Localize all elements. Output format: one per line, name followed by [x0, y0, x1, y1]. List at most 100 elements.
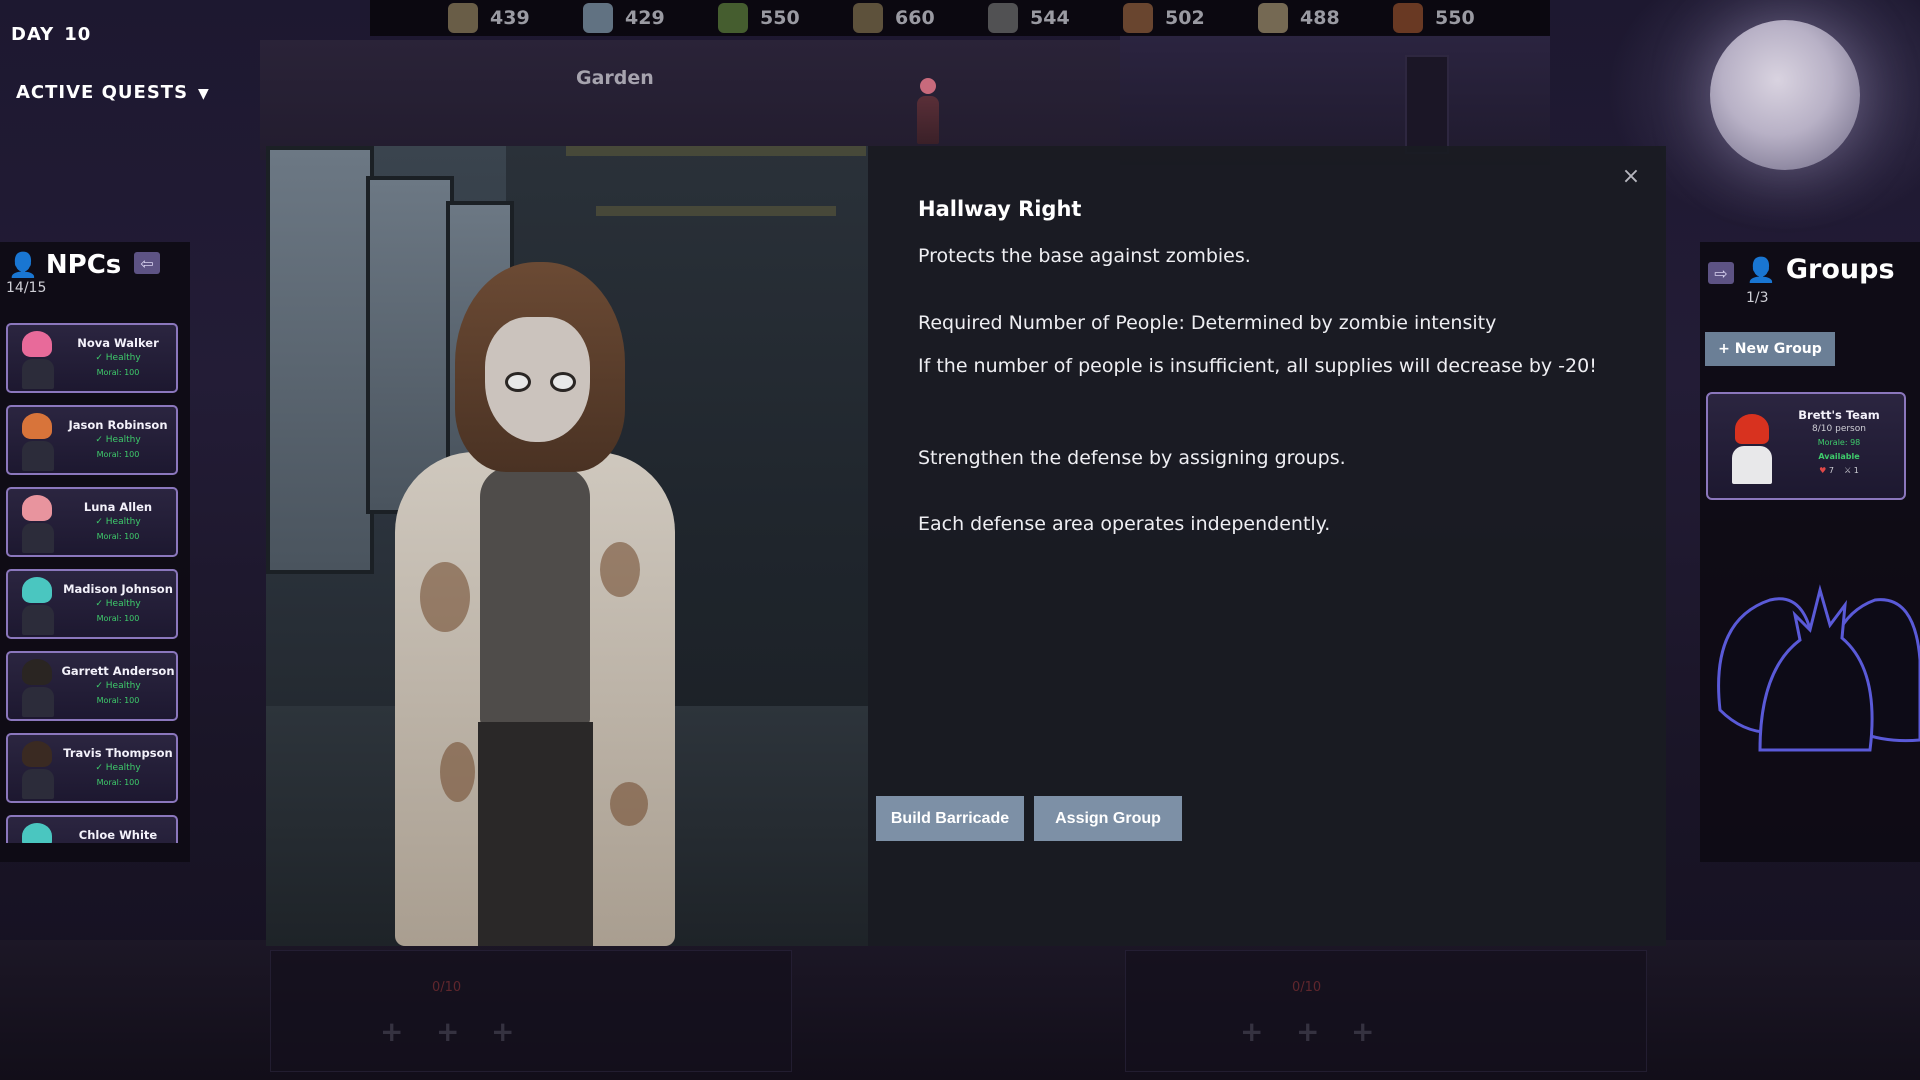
- npc-health-status: ✓ Healthy: [95, 517, 141, 527]
- moon: [1710, 20, 1860, 170]
- resource-value: 544: [1030, 7, 1070, 29]
- npc-avatar: [22, 823, 54, 843]
- resource-item: 439: [448, 3, 583, 33]
- resource-value: 488: [1300, 7, 1340, 29]
- group-morale: Morale: 98: [1817, 438, 1861, 447]
- modal-description: Protects the base against zombies.: [918, 245, 1251, 267]
- group-card[interactable]: Brett's Team 8/10 person Morale: 98 Avai…: [1706, 392, 1906, 500]
- add-slot-icon: +: [436, 1015, 460, 1048]
- npc-health-status: ✓ Healthy: [95, 353, 141, 363]
- npc-name: Chloe White: [78, 828, 158, 842]
- dropdown-triangle-icon: ▼: [198, 86, 210, 102]
- collapse-groups-panel-button[interactable]: ⇨: [1708, 262, 1734, 284]
- npc-name: Madison Johnson: [63, 582, 173, 596]
- npc-card[interactable]: Travis Thompson ✓ Healthy Moral: 100: [6, 733, 178, 803]
- groups-panel-title: 👤 Groups: [1746, 254, 1895, 285]
- collapse-npc-panel-button[interactable]: ⇦: [134, 252, 160, 274]
- new-group-button[interactable]: + New Group: [1705, 332, 1835, 366]
- group-persons: 8/10 person: [1812, 424, 1866, 434]
- day-counter: DAY 10: [11, 24, 91, 45]
- resource-item: 502: [1123, 3, 1258, 33]
- resource-bar: 439 429 550 660 544 502 488 550: [370, 0, 1550, 36]
- groups-count: 1/3: [1746, 290, 1769, 306]
- npc-count: 14/15: [6, 280, 47, 296]
- npc-name: Nova Walker: [77, 336, 159, 350]
- npc-card[interactable]: Chloe White✓ HealthyMoral: 100: [6, 815, 178, 843]
- npc-card[interactable]: Garrett Anderson ✓ Healthy Moral: 100: [6, 651, 178, 721]
- resource-item: 429: [583, 3, 718, 33]
- npc-health-status: ✓ Healthy: [95, 599, 141, 609]
- modal-warning: If the number of people is insufficient,…: [918, 355, 1597, 377]
- active-quests-toggle[interactable]: ACTIVE QUESTS ▼: [16, 82, 210, 103]
- ore-pile-icon: [1393, 3, 1423, 33]
- location-label: Garden: [576, 67, 654, 89]
- npc-name: Travis Thompson: [63, 746, 173, 760]
- npc-name: Garrett Anderson: [61, 664, 175, 678]
- resource-value: 550: [1435, 7, 1475, 29]
- resource-item: 660: [853, 3, 988, 33]
- npc-avatar: [22, 495, 54, 553]
- add-slot-icon: +: [1351, 1015, 1375, 1048]
- defense-slot-count-left: 0/10: [432, 980, 462, 995]
- npc-avatar: [22, 413, 54, 471]
- npc-title-text: NPCs: [45, 250, 122, 280]
- npc-avatar: [22, 741, 54, 799]
- wood-crate-icon: [1123, 3, 1153, 33]
- build-barricade-button[interactable]: Build Barricade: [876, 796, 1024, 841]
- npc-card[interactable]: Jason Robinson ✓ Healthy Moral: 100: [6, 405, 178, 475]
- npc-card[interactable]: Madison Johnson ✓ Healthy Moral: 100: [6, 569, 178, 639]
- materials-bag-icon: [853, 3, 883, 33]
- modal-required-people: Required Number of People: Determined by…: [918, 312, 1497, 334]
- add-slot-icon: +: [1240, 1015, 1264, 1048]
- npc-morale: Moral: 100: [96, 778, 140, 787]
- npc-avatar: [22, 577, 54, 635]
- zombie-character-illustration: [360, 262, 710, 946]
- heart-icon: ♥: [1819, 466, 1827, 475]
- herbs-crate-icon: [718, 3, 748, 33]
- npc-health-status: ✓ Healthy: [95, 681, 141, 691]
- npc-name: Luna Allen: [83, 500, 153, 514]
- weapon-icon: ⚔: [1844, 466, 1852, 475]
- npc-morale: Moral: 100: [96, 532, 140, 541]
- modal-tip: Strengthen the defense by assigning grou…: [918, 447, 1346, 469]
- background-door: [1405, 55, 1449, 154]
- add-slot-icon: +: [380, 1015, 404, 1048]
- npc-morale: Moral: 100: [96, 368, 140, 377]
- npc-avatar: [22, 659, 54, 717]
- npc-morale: Moral: 100: [96, 450, 140, 459]
- defense-slot-panel-left: [270, 950, 792, 1072]
- npc-panel-title: 👤 NPCs: [8, 250, 121, 280]
- background-character: [917, 78, 939, 144]
- npc-list[interactable]: Nova Walker ✓ Healthy Moral: 100 Jason Robi…: [6, 323, 181, 843]
- food-sack-icon: [448, 3, 478, 33]
- defense-slot-count-right: 0/10: [1292, 980, 1322, 995]
- group-status: Available: [1818, 452, 1860, 461]
- resource-value: 429: [625, 7, 665, 29]
- npc-avatar: [22, 331, 54, 389]
- group-name: Brett's Team: [1798, 408, 1880, 422]
- npc-health-status: ✓ Healthy: [95, 763, 141, 773]
- npc-card[interactable]: Luna Allen ✓ Healthy Moral: 100: [6, 487, 178, 557]
- npc-name: Jason Robinson: [68, 418, 168, 432]
- active-quests-label: ACTIVE QUESTS: [16, 82, 189, 103]
- group-stats: ♥ 7 ⚔ 1: [1774, 466, 1904, 475]
- npc-morale: Moral: 100: [96, 696, 140, 705]
- npc-morale: Moral: 100: [96, 614, 140, 623]
- background-building: [260, 40, 1130, 160]
- modal-note: Each defense area operates independently…: [918, 513, 1331, 535]
- add-slot-icon: +: [1296, 1015, 1320, 1048]
- close-modal-button[interactable]: ×: [1620, 166, 1642, 188]
- group-leader-avatar: [1732, 414, 1772, 486]
- assign-group-button[interactable]: Assign Group: [1034, 796, 1182, 841]
- empty-group-silhouette: [1717, 584, 1920, 752]
- defense-slot-panel-right: [1125, 950, 1647, 1072]
- cards-icon: [1258, 3, 1288, 33]
- person-icon: 👤: [8, 251, 38, 279]
- npc-card[interactable]: Nova Walker ✓ Healthy Moral: 100: [6, 323, 178, 393]
- modal-title: Hallway Right: [918, 197, 1082, 221]
- resource-item: 544: [988, 3, 1123, 33]
- group-weapons: 1: [1853, 466, 1859, 475]
- resource-value: 550: [760, 7, 800, 29]
- npc-health-status: ✓ Healthy: [95, 435, 141, 445]
- day-label: DAY: [11, 24, 55, 45]
